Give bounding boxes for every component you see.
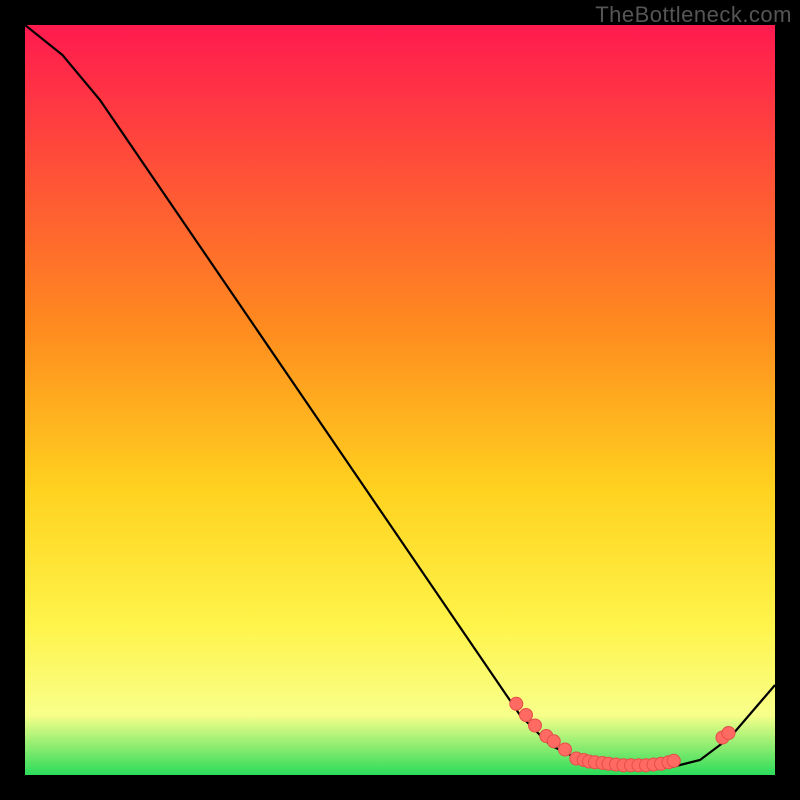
data-marker bbox=[559, 743, 572, 756]
data-marker bbox=[510, 697, 523, 710]
data-marker bbox=[722, 727, 735, 740]
gradient-backdrop bbox=[25, 25, 775, 775]
data-marker bbox=[529, 719, 542, 732]
chart-svg bbox=[25, 25, 775, 775]
data-marker bbox=[547, 735, 560, 748]
data-marker bbox=[520, 709, 533, 722]
watermark-text: TheBottleneck.com bbox=[595, 2, 792, 28]
chart-frame: TheBottleneck.com bbox=[0, 0, 800, 800]
plot-area bbox=[25, 25, 775, 775]
data-marker bbox=[667, 754, 680, 767]
